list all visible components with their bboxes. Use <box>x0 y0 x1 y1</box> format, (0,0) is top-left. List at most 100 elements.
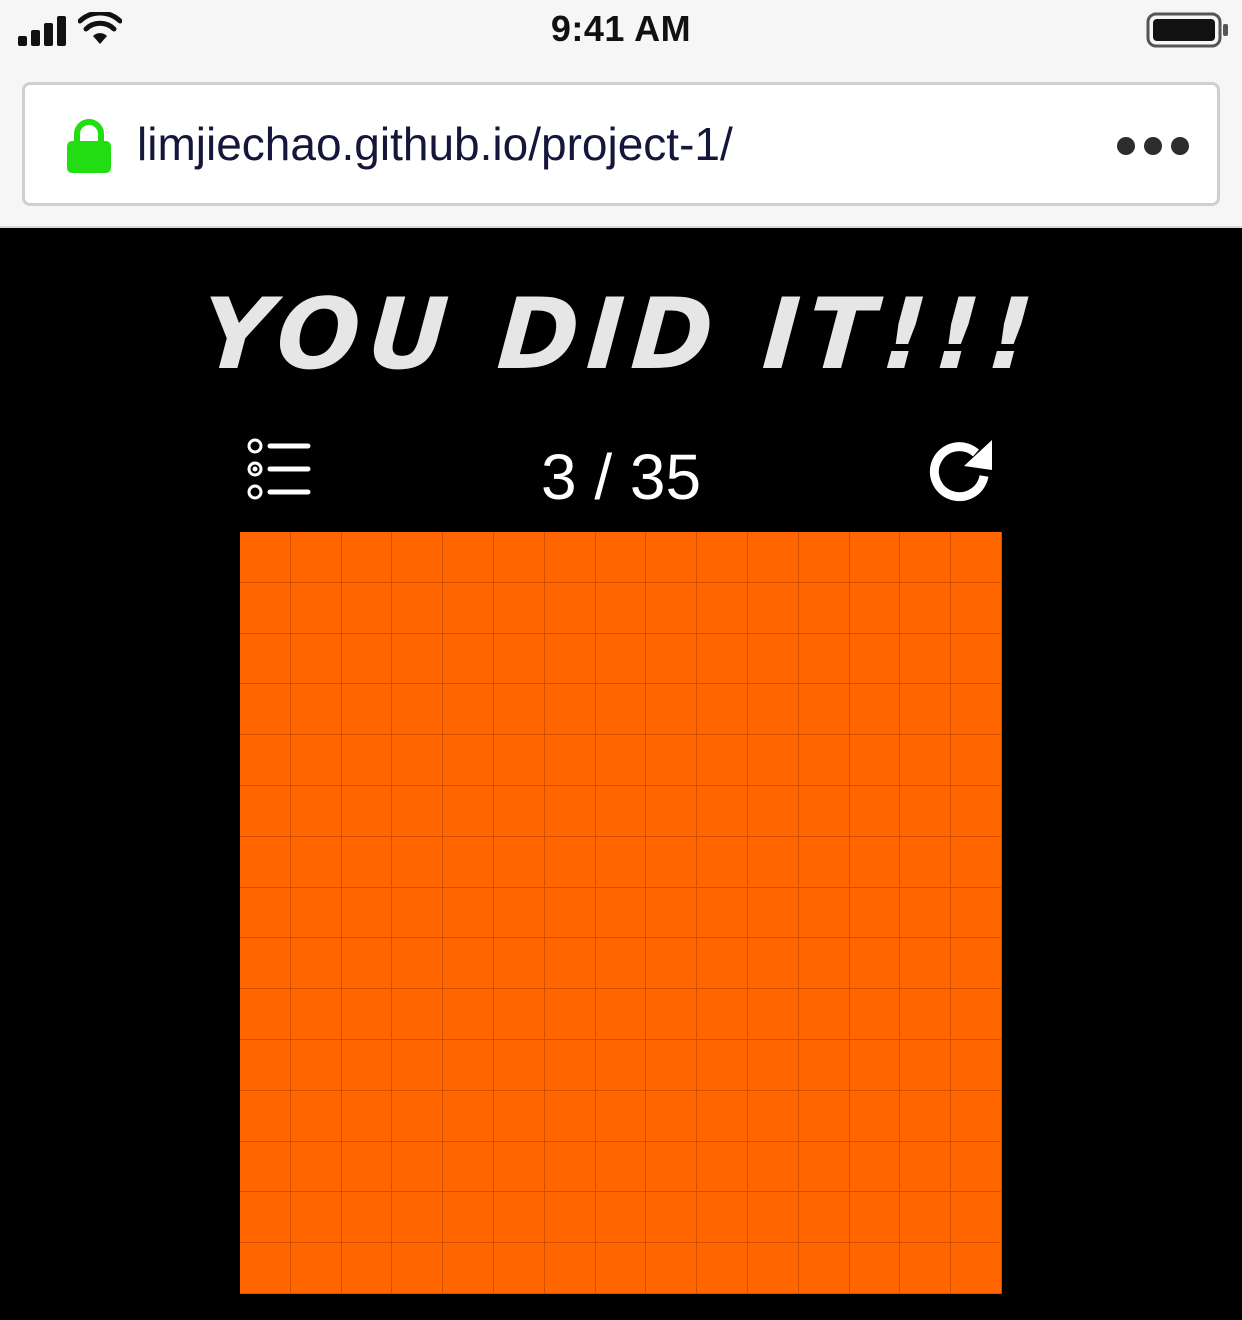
level-list-icon[interactable] <box>246 438 312 500</box>
board-cell[interactable] <box>443 532 494 583</box>
board-cell[interactable] <box>697 684 748 736</box>
board-cell[interactable] <box>493 836 545 888</box>
board-cell[interactable] <box>290 989 342 1040</box>
board-cell[interactable] <box>290 1039 342 1091</box>
board-cell[interactable] <box>544 735 596 786</box>
board-cell[interactable] <box>392 938 444 990</box>
board-cell[interactable] <box>697 633 748 685</box>
board-cell[interactable] <box>392 785 444 837</box>
board-cell[interactable] <box>240 989 291 1040</box>
board-cell[interactable] <box>951 938 1002 990</box>
board-cell[interactable] <box>849 1141 901 1193</box>
board-cell[interactable] <box>951 1090 1002 1142</box>
board-cell[interactable] <box>697 1141 748 1193</box>
board-cell[interactable] <box>493 735 545 786</box>
board-cell[interactable] <box>341 785 393 837</box>
board-cell[interactable] <box>798 1192 850 1244</box>
board-cell[interactable] <box>443 1090 494 1142</box>
board-cell[interactable] <box>392 1090 444 1142</box>
board-cell[interactable] <box>747 938 799 990</box>
board-cell[interactable] <box>544 785 596 837</box>
board-cell[interactable] <box>900 1141 952 1193</box>
board-cell[interactable] <box>443 582 494 634</box>
board-cell[interactable] <box>697 1192 748 1244</box>
board-cell[interactable] <box>392 1192 444 1244</box>
board-cell[interactable] <box>951 633 1002 685</box>
board-cell[interactable] <box>747 1039 799 1091</box>
board-cell[interactable] <box>341 938 393 990</box>
board-cell[interactable] <box>240 684 291 736</box>
board-cell[interactable] <box>697 735 748 786</box>
board-cell[interactable] <box>697 989 748 1040</box>
board-cell[interactable] <box>951 836 1002 888</box>
board-cell[interactable] <box>493 532 545 583</box>
board-cell[interactable] <box>951 735 1002 786</box>
board-cell[interactable] <box>798 989 850 1040</box>
board-cell[interactable] <box>493 582 545 634</box>
board-cell[interactable] <box>240 1243 291 1294</box>
board-cell[interactable] <box>493 1090 545 1142</box>
board-cell[interactable] <box>951 1243 1002 1294</box>
board-cell[interactable] <box>341 684 393 736</box>
board-cell[interactable] <box>240 887 291 939</box>
board-cell[interactable] <box>341 836 393 888</box>
board-cell[interactable] <box>240 1141 291 1193</box>
board-cell[interactable] <box>544 989 596 1040</box>
board-cell[interactable] <box>493 989 545 1040</box>
board-cell[interactable] <box>392 582 444 634</box>
board-cell[interactable] <box>646 836 698 888</box>
board-cell[interactable] <box>697 836 748 888</box>
address-bar[interactable]: limjiechao.github.io/project-1/ <box>22 82 1220 206</box>
board-cell[interactable] <box>697 532 748 583</box>
board-cell[interactable] <box>747 1141 799 1193</box>
board-cell[interactable] <box>544 532 596 583</box>
board-cell[interactable] <box>697 1039 748 1091</box>
board-cell[interactable] <box>900 938 952 990</box>
board-cell[interactable] <box>443 1039 494 1091</box>
board-cell[interactable] <box>595 1141 647 1193</box>
board-cell[interactable] <box>849 887 901 939</box>
board-cell[interactable] <box>900 582 952 634</box>
board-cell[interactable] <box>849 989 901 1040</box>
board-cell[interactable] <box>747 582 799 634</box>
board-cell[interactable] <box>646 989 698 1040</box>
board-cell[interactable] <box>646 1090 698 1142</box>
board-cell[interactable] <box>900 785 952 837</box>
board-cell[interactable] <box>493 1039 545 1091</box>
board-cell[interactable] <box>900 887 952 939</box>
board-cell[interactable] <box>392 1039 444 1091</box>
board-cell[interactable] <box>798 1090 850 1142</box>
board-cell[interactable] <box>849 785 901 837</box>
board-cell[interactable] <box>290 938 342 990</box>
board-cell[interactable] <box>544 887 596 939</box>
board-cell[interactable] <box>747 836 799 888</box>
board-cell[interactable] <box>341 1243 393 1294</box>
board-cell[interactable] <box>900 836 952 888</box>
board-cell[interactable] <box>747 684 799 736</box>
board-cell[interactable] <box>646 582 698 634</box>
board-cell[interactable] <box>849 532 901 583</box>
board-cell[interactable] <box>290 735 342 786</box>
board-cell[interactable] <box>900 1090 952 1142</box>
board-cell[interactable] <box>798 633 850 685</box>
board-cell[interactable] <box>392 1243 444 1294</box>
board-cell[interactable] <box>951 1141 1002 1193</box>
board-cell[interactable] <box>747 735 799 786</box>
url-text[interactable]: limjiechao.github.io/project-1/ <box>137 117 733 171</box>
board-cell[interactable] <box>392 1141 444 1193</box>
board-cell[interactable] <box>443 633 494 685</box>
board-cell[interactable] <box>240 785 291 837</box>
board-cell[interactable] <box>646 938 698 990</box>
board-cell[interactable] <box>900 1192 952 1244</box>
board-cell[interactable] <box>646 1141 698 1193</box>
board-cell[interactable] <box>493 938 545 990</box>
board-cell[interactable] <box>443 1192 494 1244</box>
board-cell[interactable] <box>341 1090 393 1142</box>
board-cell[interactable] <box>443 989 494 1040</box>
board-cell[interactable] <box>849 938 901 990</box>
board-cell[interactable] <box>240 633 291 685</box>
board-cell[interactable] <box>849 1243 901 1294</box>
board-cell[interactable] <box>595 989 647 1040</box>
board-cell[interactable] <box>341 582 393 634</box>
board-cell[interactable] <box>697 887 748 939</box>
